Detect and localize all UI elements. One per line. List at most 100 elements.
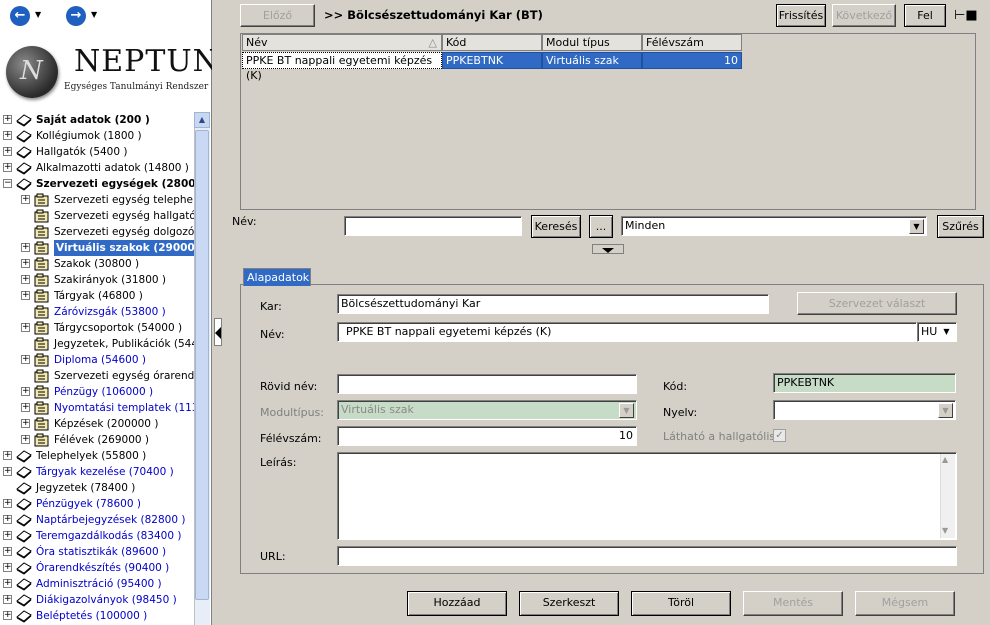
scroll-down-icon[interactable]: ▼ — [942, 526, 948, 535]
up-button[interactable]: Fel — [904, 4, 946, 27]
expand-icon[interactable]: + — [21, 291, 30, 300]
forward-icon[interactable]: → — [66, 6, 86, 26]
expand-icon[interactable]: + — [3, 163, 12, 172]
chevron-down-icon[interactable]: ▼ — [939, 325, 954, 340]
column-header-modul-tipus[interactable]: Modul típus — [542, 34, 642, 51]
collapse-down-icon[interactable] — [592, 244, 624, 254]
pin-icon[interactable]: ⊢■ — [954, 8, 978, 23]
cancel-button[interactable]: Mégsem — [855, 591, 955, 616]
expand-icon[interactable]: + — [3, 563, 12, 572]
rovid-nev-field[interactable] — [337, 374, 637, 394]
tree-item[interactable]: + Diploma (54600 ) — [0, 352, 194, 368]
tree-item[interactable]: + Kollégiumok (1800 ) — [0, 128, 194, 144]
expand-icon[interactable]: + — [3, 531, 12, 540]
filter-button[interactable]: Szűrés — [937, 215, 984, 238]
tree-item[interactable]: + Szakirányok (31800 ) — [0, 272, 194, 288]
chevron-down-icon[interactable]: ▼ — [909, 219, 924, 234]
tree-item[interactable]: + Telephelyek (55800 ) — [0, 448, 194, 464]
back-icon[interactable]: ← — [10, 6, 30, 26]
search-button[interactable]: Keresés — [531, 215, 581, 238]
refresh-button[interactable]: Frissítés — [776, 4, 826, 27]
tree-item[interactable]: + Saját adatok (200 ) — [0, 112, 194, 128]
tree-item[interactable]: − Szervezeti egységek (2800 — [0, 176, 194, 192]
expand-icon[interactable]: + — [21, 403, 30, 412]
tree-item[interactable]: + Hallgatók (5400 ) — [0, 144, 194, 160]
tree-item[interactable]: Szervezeti egység órarendje — [0, 368, 194, 384]
tree-item[interactable]: + Alkalmazotti adatok (14800 ) — [0, 160, 194, 176]
add-button[interactable]: Hozzáad — [407, 591, 507, 616]
leiras-textarea[interactable] — [337, 452, 957, 540]
language-select[interactable]: HU ▼ — [917, 322, 957, 342]
expand-icon[interactable]: + — [3, 515, 12, 524]
tree-item[interactable]: + Nyomtatási templatek (11300 — [0, 400, 194, 416]
expand-icon[interactable]: + — [21, 355, 30, 364]
chevron-down-icon[interactable]: ▼ — [619, 403, 634, 418]
collapse-left-icon[interactable] — [214, 318, 222, 346]
modultipus-select[interactable]: Virtuális szak ▼ — [337, 400, 637, 420]
url-field[interactable] — [337, 546, 957, 566]
expand-icon[interactable]: + — [21, 275, 30, 284]
tree-item[interactable]: + Tárgyak kezelése (70400 ) — [0, 464, 194, 480]
tree-item[interactable]: + Tárgycsoportok (54000 ) — [0, 320, 194, 336]
cell-kod[interactable]: PPKEBTNK — [442, 52, 542, 69]
tree-item[interactable]: + Beléptetés (100000 ) — [0, 608, 194, 624]
expand-icon[interactable]: + — [3, 131, 12, 140]
expand-icon[interactable]: + — [21, 195, 30, 204]
expand-icon[interactable]: + — [3, 467, 12, 476]
column-header-felevszam[interactable]: Félévszám — [642, 34, 742, 51]
tree-item[interactable]: + Képzések (200000 ) — [0, 416, 194, 432]
tree-item[interactable]: + Óra statisztikák (89600 ) — [0, 544, 194, 560]
tree-item[interactable]: + Félévek (269000 ) — [0, 432, 194, 448]
tree-item[interactable]: + Pénzügy (106000 ) — [0, 384, 194, 400]
expand-icon[interactable]: + — [21, 435, 30, 444]
tree-item[interactable]: + Pénzügyek (78600 ) — [0, 496, 194, 512]
tree-item[interactable]: + Adminisztráció (95400 ) — [0, 576, 194, 592]
expand-icon[interactable]: + — [3, 499, 12, 508]
save-button[interactable]: Mentés — [743, 591, 843, 616]
forward-dropdown-icon[interactable]: ▼ — [91, 10, 97, 19]
tree-item[interactable]: + Szervezeti egység telephelye — [0, 192, 194, 208]
expand-icon[interactable]: + — [21, 387, 30, 396]
tree-item[interactable]: + Tárgyak (46800 ) — [0, 288, 194, 304]
expand-icon[interactable]: + — [21, 323, 30, 332]
name-filter-input[interactable] — [344, 216, 522, 236]
tab-alapadatok[interactable]: Alapadatok — [243, 268, 311, 286]
tree-item[interactable]: Szervezeti egység hallgatói ( — [0, 208, 194, 224]
felevszam-field[interactable]: 10 — [337, 426, 637, 446]
nev-field[interactable]: PPKE BT nappali egyetemi képzés (K) — [337, 322, 917, 342]
nyelv-select[interactable]: ▼ — [773, 400, 956, 420]
scrollbar-thumb[interactable] — [195, 130, 209, 600]
expand-icon[interactable]: + — [3, 579, 12, 588]
expand-icon[interactable]: + — [3, 611, 12, 620]
kar-field[interactable]: Bölcsészettudományi Kar — [337, 294, 769, 314]
kod-field[interactable]: PPKEBTNK — [773, 373, 956, 393]
cell-felevszam[interactable]: 10 — [642, 52, 742, 69]
expand-icon[interactable]: + — [3, 595, 12, 604]
column-header-kod[interactable]: Kód — [442, 34, 542, 51]
browse-button[interactable]: ... — [589, 215, 613, 238]
tree-item[interactable]: + Naptárbejegyzések (82800 ) — [0, 512, 194, 528]
lathato-checkbox[interactable]: ✓ — [773, 429, 786, 442]
tree-item[interactable]: + Órarendkészítés (90400 ) — [0, 560, 194, 576]
splitter[interactable] — [212, 0, 228, 625]
expand-icon[interactable]: + — [3, 147, 12, 156]
expand-icon[interactable]: + — [3, 547, 12, 556]
next-button[interactable]: Következő — [832, 4, 896, 27]
tree-item[interactable]: Szervezeti egység dolgozói ( — [0, 224, 194, 240]
tree-item[interactable]: + Diákigazolványok (98450 ) — [0, 592, 194, 608]
prev-button[interactable]: Előző — [240, 4, 315, 27]
column-header-nev[interactable]: Név △ — [242, 34, 442, 51]
edit-button[interactable]: Szerkeszt — [519, 591, 619, 616]
scroll-up-icon[interactable]: ▲ — [942, 455, 948, 464]
expand-icon[interactable]: + — [3, 115, 12, 124]
tree-item[interactable]: Záróvizsgák (53800 ) — [0, 304, 194, 320]
back-dropdown-icon[interactable]: ▼ — [35, 10, 41, 19]
expand-icon[interactable]: + — [3, 451, 12, 460]
tree-item[interactable]: + Teremgazdálkodás (83400 ) — [0, 528, 194, 544]
tree-item[interactable]: Jegyzetek, Publikációk (544 — [0, 336, 194, 352]
collapse-icon[interactable]: − — [3, 179, 12, 188]
tree-item[interactable]: + Szakok (30800 ) — [0, 256, 194, 272]
expand-icon[interactable]: + — [21, 243, 30, 252]
chevron-down-icon[interactable]: ▼ — [938, 403, 953, 418]
scroll-up-icon[interactable]: ▲ — [194, 112, 210, 128]
